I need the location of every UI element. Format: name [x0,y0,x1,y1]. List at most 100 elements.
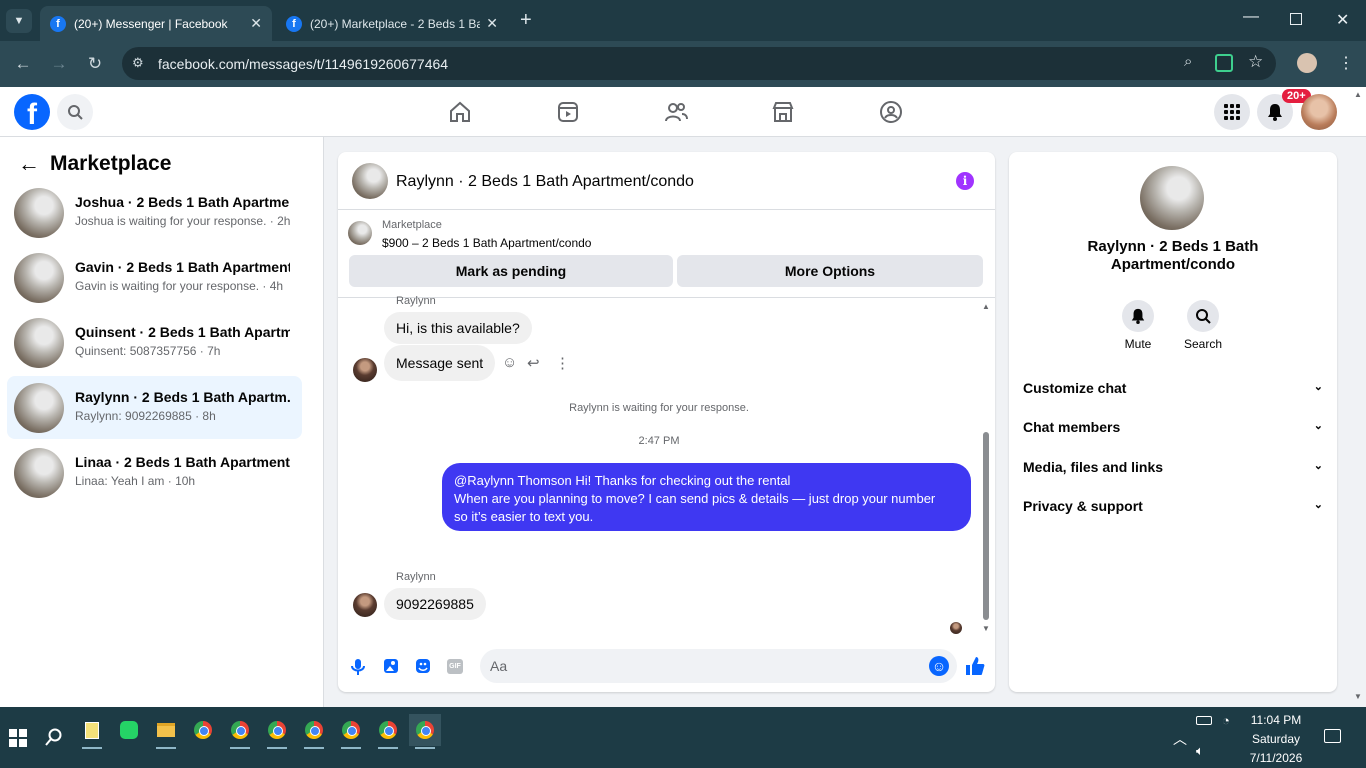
mark-as-pending-button[interactable]: Mark as pending [349,255,673,287]
groups-icon[interactable] [879,100,903,124]
conversation-item[interactable]: Gavin · 2 Beds 1 Bath Apartment... Gavin… [7,246,302,309]
back-arrow-icon[interactable]: ← [18,151,40,177]
scroll-down-arrow[interactable]: ▼ [982,624,990,633]
url-text: facebook.com/messages/t/1149619260677464 [158,56,449,72]
sticker-icon[interactable] [415,658,431,674]
search-button[interactable] [57,94,93,130]
menu-button[interactable] [1214,94,1250,130]
gif-icon[interactable]: GIF [447,659,463,674]
chevron-down-icon: ⌄ [1313,460,1323,472]
url-field[interactable]: ⚙ facebook.com/messages/t/11496192606774… [122,47,1276,80]
taskbar-chrome-icon[interactable] [261,714,293,749]
close-tab-icon[interactable]: ✕ [250,15,262,32]
page-scroll-up-arrow[interactable]: ▲ [1354,90,1362,99]
conversation-avatar [14,253,64,303]
taskbar-chrome-icon[interactable] [187,714,219,746]
photo-icon[interactable] [383,658,399,674]
reload-button[interactable]: ↻ [83,52,107,76]
more-options-button[interactable]: More Options [677,255,983,287]
scroll-thumb[interactable] [983,432,989,620]
taskbar-chrome-icon[interactable] [298,714,330,749]
conversation-name: Raylynn · 2 Beds 1 Bath Apartm... [75,389,290,405]
profile-avatar-icon[interactable] [1297,53,1317,73]
tab-title: (20+) Messenger | Facebook [74,16,228,31]
friends-icon[interactable] [664,100,688,124]
zoom-icon[interactable]: ⌕ [1184,53,1192,70]
install-app-icon[interactable] [1215,54,1233,72]
chat-scrollbar[interactable]: ▲ ▼ [982,302,990,642]
like-thumb-icon[interactable] [965,656,985,676]
close-tab-icon[interactable]: ✕ [486,15,498,32]
tab-marketplace[interactable]: f (20+) Marketplace - 2 Beds 1 Ba ✕ [276,6,508,41]
taskbar-chrome-icon[interactable] [224,714,256,749]
conversation-item[interactable]: Joshua · 2 Beds 1 Bath Apartme... Joshua… [7,181,302,244]
chat-avatar[interactable] [352,163,388,199]
minimize-button[interactable]: — [1243,8,1259,26]
taskbar-search-icon[interactable] [45,728,63,746]
maximize-button[interactable] [1290,13,1302,25]
sent-message[interactable]: @Raylynn Thomson Hi! Thanks for checking… [442,463,971,531]
react-icon[interactable]: ☺ [502,354,517,371]
taskbar-file-explorer-icon[interactable] [150,714,182,749]
back-button[interactable]: ← [11,52,35,76]
page-scroll-down-arrow[interactable]: ▼ [1354,692,1362,701]
windows-start-icon[interactable] [9,729,27,747]
info-icon[interactable]: i [956,172,974,190]
browser-tab-bar: ▼ f (20+) Messenger | Facebook ✕ f (20+)… [0,0,1366,41]
timestamp: 2:47 PM [638,435,680,447]
taskbar-chrome-icon-active[interactable] [409,714,441,749]
tab-messenger[interactable]: f (20+) Messenger | Facebook ✕ [40,6,272,41]
video-icon[interactable] [556,100,580,124]
listing-title[interactable]: $900 – 2 Beds 1 Bath Apartment/condo [382,236,591,250]
message-input[interactable]: Aa ☺ [480,649,957,683]
received-message[interactable]: 9092269885 [384,588,486,620]
customize-chat-section[interactable]: Customize chat ⌄ [1023,380,1323,396]
mute-button[interactable] [1122,300,1154,332]
conversation-item-active[interactable]: Raylynn · 2 Beds 1 Bath Apartm... Raylyn… [7,376,302,439]
section-label: Customize chat [1023,380,1127,396]
more-actions-icon[interactable]: ⋮ [555,354,570,372]
waiting-status: Raylynn is waiting for your response. [569,402,749,414]
account-avatar[interactable] [1301,94,1337,130]
received-message[interactable]: Hi, is this available? [384,312,532,344]
received-message[interactable]: Message sent [384,345,496,381]
marketplace-icon[interactable] [771,100,795,124]
taskbar-chrome-icon[interactable] [372,714,404,749]
notification-center-icon[interactable] [1324,729,1341,743]
emoji-icon[interactable]: ☺ [929,656,949,676]
tab-search-button[interactable]: ▼ [6,9,32,33]
clock-date: 7/11/2026 [1249,751,1303,765]
taskbar-chrome-icon[interactable] [335,714,367,749]
site-settings-icon[interactable]: ⚙ [132,55,144,71]
chat-title[interactable]: Raylynn · 2 Beds 1 Bath Apartment/condo [396,173,694,191]
forward-button[interactable]: → [47,52,71,76]
media-files-links-section[interactable]: Media, files and links ⌄ [1023,459,1323,475]
browser-menu-icon[interactable]: ⋮ [1338,53,1354,73]
conversation-item[interactable]: Quinsent · 2 Beds 1 Bath Apartm... Quins… [7,311,302,374]
volume-icon[interactable]: 🔈︎ [1196,743,1204,759]
chevron-down-icon: ⌄ [1313,499,1323,511]
bookmark-star-icon[interactable]: ☆ [1248,52,1263,72]
wifi-icon[interactable]: ◔ [1222,713,1230,728]
new-tab-button[interactable]: + [520,9,532,32]
privacy-support-section[interactable]: Privacy & support ⌄ [1023,498,1323,514]
close-window-button[interactable]: ✕ [1336,10,1349,30]
chat-members-section[interactable]: Chat members ⌄ [1023,419,1323,435]
seen-indicator-avatar [950,622,962,634]
battery-icon[interactable] [1196,716,1212,725]
conversation-name: Quinsent · 2 Beds 1 Bath Apartm... [75,324,290,340]
search-in-chat-button[interactable] [1187,300,1219,332]
conversation-avatar [14,188,64,238]
conversation-avatar [14,318,64,368]
taskbar-notepad-icon[interactable] [76,714,108,749]
facebook-logo-icon[interactable]: f [14,94,50,130]
taskbar-whatsapp-icon[interactable] [113,714,145,746]
bell-icon [1268,104,1282,121]
reply-icon[interactable]: ↩ [527,354,540,372]
conversation-item[interactable]: Linaa · 2 Beds 1 Bath Apartment... Linaa… [7,441,302,504]
scroll-up-arrow[interactable]: ▲ [982,302,990,311]
tray-overflow-icon[interactable]: ︿ [1173,729,1187,749]
microphone-icon[interactable] [350,658,366,676]
taskbar-clock[interactable]: 11:04 PM Saturday 7/11/2026 [1244,711,1308,768]
home-icon[interactable] [448,100,472,124]
